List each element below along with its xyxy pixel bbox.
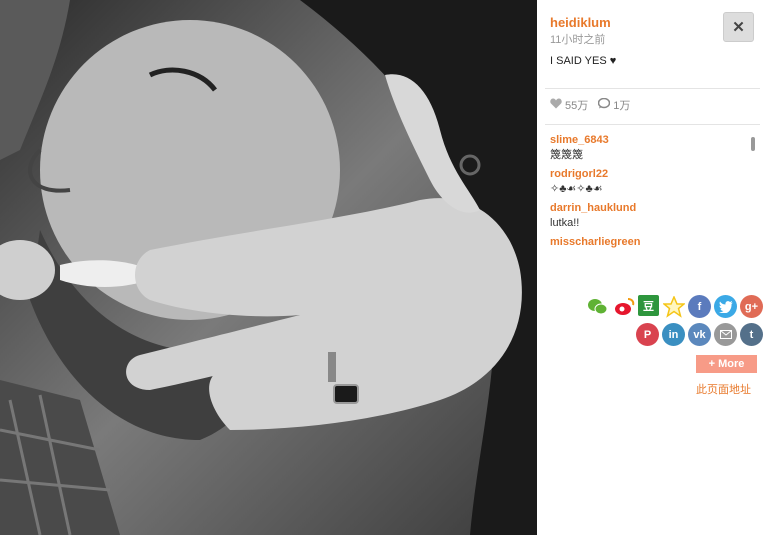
comments-scrollbar[interactable] — [750, 133, 756, 268]
close-button[interactable]: ✕ — [723, 12, 754, 42]
douban-icon[interactable]: 豆 — [638, 295, 659, 316]
page-link[interactable]: 此页面地址 — [696, 381, 751, 397]
divider — [545, 124, 760, 125]
linkedin-icon[interactable]: in — [662, 323, 685, 346]
comment-icon — [598, 97, 611, 112]
post-photo — [0, 0, 537, 535]
comment-item: darrin_hauklund lutka!! — [550, 201, 750, 231]
comments-list[interactable]: slime_6843 篾篾篾 rodrigorl22 ✧♣☙✧♣☙ darrin… — [550, 133, 750, 268]
close-icon: ✕ — [732, 19, 745, 36]
vk-icon[interactable]: vk — [688, 323, 711, 346]
weibo-icon[interactable] — [612, 295, 635, 318]
pinterest-icon[interactable]: P — [636, 323, 659, 346]
googleplus-icon[interactable]: g+ — [740, 295, 763, 318]
comment-item: slime_6843 篾篾篾 — [550, 133, 750, 163]
comments-count: 1万 — [613, 100, 631, 112]
comment-username[interactable]: misscharliegreen — [550, 235, 750, 250]
tumblr-icon[interactable]: t — [740, 323, 763, 346]
comment-username[interactable]: rodrigorl22 — [550, 167, 750, 182]
divider — [545, 88, 760, 89]
facebook-icon[interactable]: f — [688, 295, 711, 318]
share-row-2: P in vk t — [573, 323, 763, 346]
likes-stat[interactable]: 55万 — [550, 97, 588, 113]
post-time: 11小时之前 — [550, 34, 606, 46]
comments-stat[interactable]: 1万 — [598, 97, 630, 113]
post-caption: I SAID YES ♥ — [550, 55, 617, 67]
scroll-thumb[interactable] — [751, 137, 755, 151]
share-row-1: 豆 f g+ — [573, 295, 763, 318]
likes-count: 55万 — [565, 100, 589, 112]
more-share-button[interactable]: + More — [696, 355, 757, 373]
post-username[interactable]: heidiklum — [550, 15, 611, 30]
heart-icon — [550, 98, 562, 112]
twitter-icon[interactable] — [714, 295, 737, 318]
comment-text: ✧♣☙✧♣☙ — [550, 183, 603, 195]
comment-text: lutka!! — [550, 217, 580, 229]
share-icons: 豆 f g+ P in vk t — [573, 295, 763, 351]
post-stats: 55万 1万 — [550, 97, 630, 113]
star-icon[interactable] — [662, 295, 685, 318]
wechat-icon[interactable] — [586, 295, 609, 318]
comment-username[interactable]: slime_6843 — [550, 133, 750, 148]
comment-text: 篾篾篾 — [550, 149, 583, 161]
photo-image — [0, 0, 537, 535]
comment-username[interactable]: darrin_hauklund — [550, 201, 750, 216]
comment-item: rodrigorl22 ✧♣☙✧♣☙ — [550, 167, 750, 197]
email-icon[interactable] — [714, 323, 737, 346]
comment-item: misscharliegreen — [550, 235, 750, 250]
post-detail-panel: heidiklum 11小时之前 ✕ I SAID YES ♥ 55万 1万 s… — [537, 0, 768, 535]
